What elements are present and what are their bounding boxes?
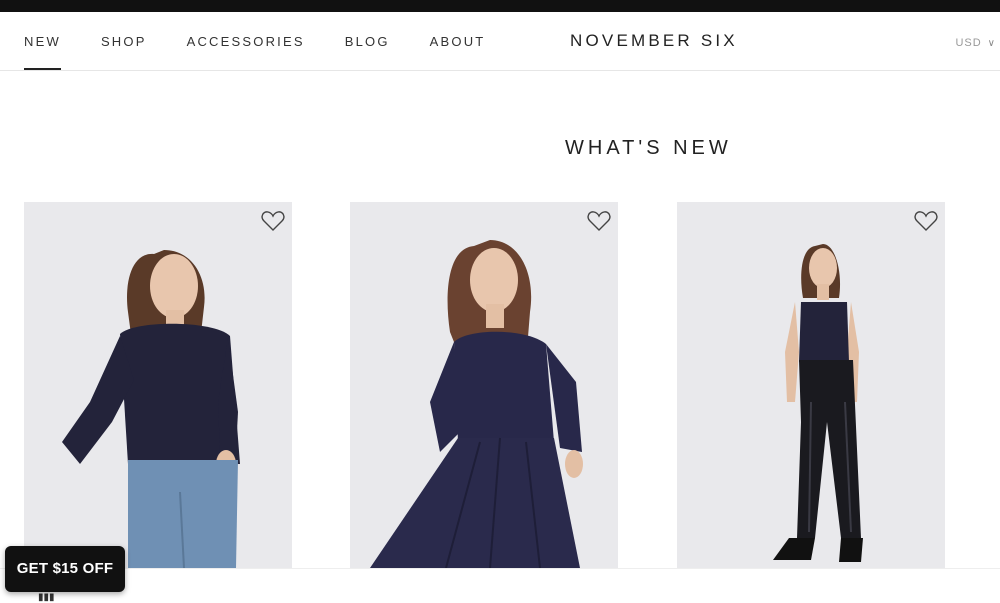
currency-label: USD	[955, 37, 982, 49]
page-title: WHAT'S NEW	[565, 137, 732, 160]
brand-logo[interactable]: NOVEMBER SIX	[570, 12, 738, 70]
main-nav: NEW SHOP ACCESSORIES BLOG ABOUT	[24, 12, 525, 70]
nav-item-shop[interactable]: SHOP	[101, 12, 147, 70]
bottom-bar	[0, 568, 1000, 601]
product-image	[350, 202, 618, 568]
site-header: NEW SHOP ACCESSORIES BLOG ABOUT NOVEMBER…	[0, 12, 1000, 71]
product-card[interactable]	[677, 202, 945, 568]
heart-icon[interactable]	[913, 210, 939, 232]
nav-item-blog[interactable]: BLOG	[345, 12, 390, 70]
currency-selector[interactable]: USD ∨	[955, 12, 1000, 70]
nav-item-accessories[interactable]: ACCESSORIES	[187, 12, 305, 70]
nav-item-about[interactable]: ABOUT	[430, 12, 486, 70]
nav-item-new[interactable]: NEW	[24, 12, 61, 70]
get-discount-button[interactable]: GET $15 OFF	[5, 546, 125, 592]
heart-icon[interactable]	[586, 210, 612, 232]
heart-icon[interactable]	[260, 210, 286, 232]
product-card[interactable]	[24, 202, 292, 568]
product-card[interactable]	[350, 202, 618, 568]
product-image	[24, 202, 292, 568]
chevron-down-icon: ∨	[987, 38, 996, 49]
product-image	[677, 202, 945, 568]
top-strip	[0, 0, 1000, 12]
bars-icon: ▮▮▮	[38, 592, 55, 603]
